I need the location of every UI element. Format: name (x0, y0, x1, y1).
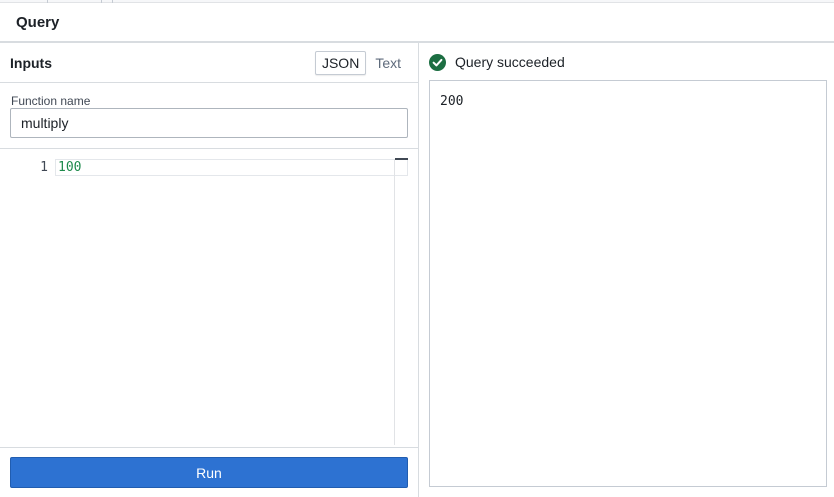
divider (0, 447, 418, 448)
code-editor[interactable]: 1 100 (0, 149, 418, 447)
code-line-border (407, 159, 408, 176)
status-text: Query succeeded (455, 54, 565, 70)
inputs-label: Inputs (10, 54, 52, 71)
function-name-label: Function name (11, 94, 91, 108)
editor-scrollbar[interactable] (394, 159, 395, 445)
json-mode-button[interactable]: JSON (314, 50, 367, 75)
line-number: 1 (40, 160, 48, 175)
query-header: Query (0, 3, 834, 43)
query-status: Query succeeded (429, 52, 565, 72)
inputs-toolbar: Inputs JSON Text (0, 43, 418, 83)
code-line[interactable]: 100 (55, 159, 407, 176)
function-name-input[interactable] (10, 108, 408, 138)
scrollbar-marker (395, 158, 408, 160)
mode-toggle: JSON Text (313, 50, 408, 75)
result-output: 200 (429, 80, 827, 487)
result-value: 200 (440, 94, 464, 109)
inputs-panel: Inputs JSON Text Function name 1 100 Run (0, 43, 419, 497)
page-title: Query (16, 13, 60, 31)
text-mode-button[interactable]: Text (368, 51, 408, 75)
run-button[interactable]: Run (10, 457, 408, 488)
check-circle-icon (429, 53, 446, 71)
result-panel: Query succeeded 200 (419, 43, 834, 497)
